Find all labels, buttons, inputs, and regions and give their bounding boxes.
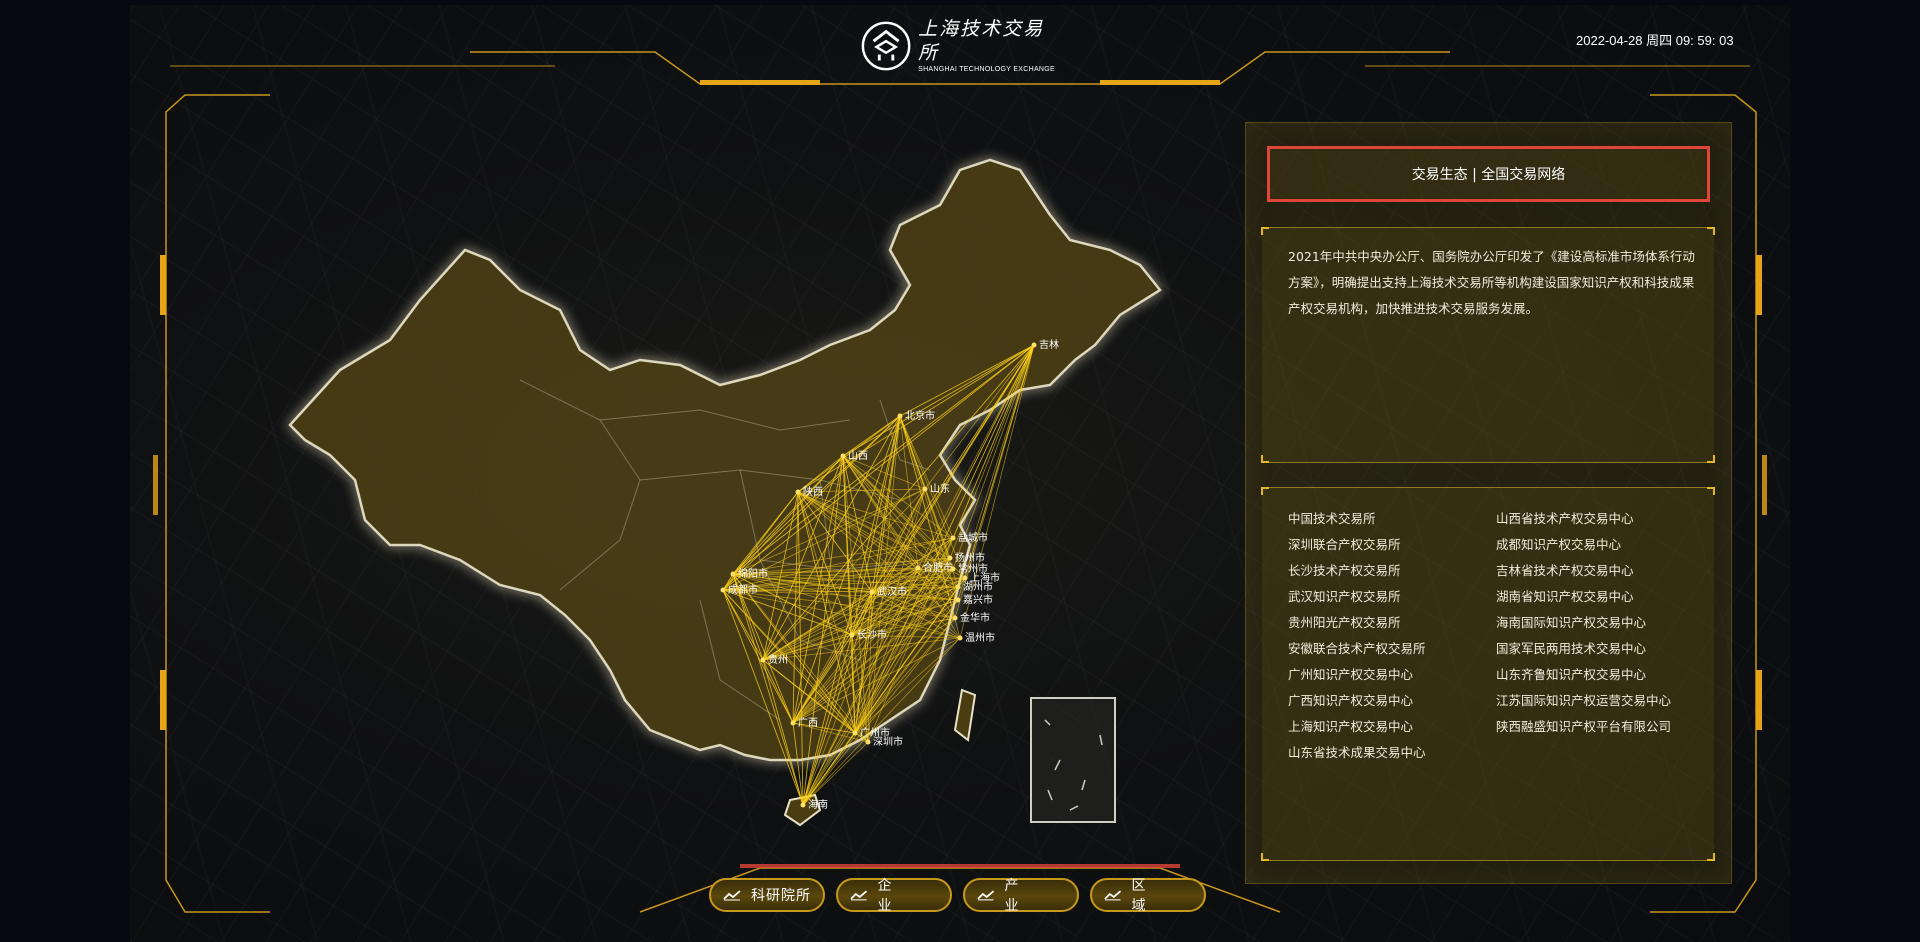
- exchange-list-box: 中国技术交易所 山西省技术产权交易中心深圳联合产权交易所 成都知识产权交易中心长沙技…: [1261, 487, 1715, 861]
- city-dot: [955, 584, 961, 590]
- city-label: 山西: [848, 450, 868, 462]
- city-dot: [865, 739, 871, 745]
- exchange-list-item: 山西省技术产权交易中心: [1496, 511, 1634, 526]
- trend-chart-icon: [723, 890, 741, 901]
- exchange-list-item: 海南国际知识产权交易中心: [1496, 615, 1647, 630]
- city-label: 陕西: [803, 485, 823, 498]
- city-dot: [950, 535, 956, 541]
- nav-label: 区 域: [1131, 878, 1160, 914]
- city-dot: [869, 589, 875, 595]
- city-dot: [800, 802, 806, 808]
- exchange-list-item: 贵州阳光产权交易所: [1288, 615, 1401, 630]
- city-dot: [760, 657, 766, 663]
- city-dot: [852, 730, 858, 736]
- nav-region[interactable]: 区 域: [1090, 878, 1206, 914]
- nav-label: 产 业: [1004, 878, 1033, 914]
- city-label: 深圳市: [873, 735, 903, 748]
- city-label: 盐城市: [958, 531, 988, 544]
- exchange-list-item: 中国技术交易所: [1288, 511, 1376, 526]
- city-label: 嘉兴市: [963, 593, 993, 606]
- city-label: 武汉市: [877, 585, 907, 598]
- city-dot: [790, 720, 796, 726]
- city-dot: [897, 413, 903, 419]
- city-dot: [795, 489, 801, 495]
- exchange-list-item: 深圳联合产权交易所: [1288, 537, 1401, 552]
- city-label: 金华市: [960, 611, 990, 624]
- city-dot: [957, 635, 963, 641]
- city-dot: [955, 597, 961, 603]
- china-outline: [288, 158, 1162, 762]
- city-dot: [950, 566, 956, 572]
- taiwan-island: [953, 688, 977, 742]
- city-dot: [915, 565, 921, 571]
- exchange-list-item: 武汉知识产权交易所: [1288, 589, 1401, 604]
- nav-research-institutes[interactable]: 科研院所: [709, 878, 825, 912]
- city-label: 扬州市: [955, 551, 985, 564]
- exchange-list: 中国技术交易所 山西省技术产权交易中心深圳联合产权交易所 成都知识产权交易中心长沙技…: [1288, 506, 1708, 766]
- nav-label: 科研院所: [751, 888, 811, 904]
- city-label: 山东: [930, 482, 950, 495]
- dashboard: 上海技术交易所 SHANGHAI TECHNOLOGY EXCHANGE 202…: [0, 0, 1920, 942]
- exchange-list-item: 长沙技术产权交易所: [1288, 563, 1401, 578]
- exchange-list-item: 广州知识产权交易中心: [1288, 667, 1414, 682]
- city-label: 湖州市: [963, 580, 993, 593]
- city-dot: [849, 632, 855, 638]
- city-dot: [947, 555, 953, 561]
- city-label: 广西: [798, 717, 818, 729]
- nav-enterprise[interactable]: 企 业: [836, 878, 952, 914]
- city-label: 温州市: [965, 631, 995, 644]
- city-dot: [922, 486, 928, 492]
- city-label: 吉林: [1039, 338, 1059, 351]
- city-dot: [952, 615, 958, 621]
- policy-intro-box: 2021年中共中央办公厅、国务院办公厅印发了《建设高标准市场体系行动方案》，明确…: [1261, 227, 1715, 463]
- exchange-list-item: 山东齐鲁知识产权交易中心: [1496, 667, 1647, 682]
- exchange-list-item: 广西知识产权交易中心: [1288, 693, 1414, 708]
- city-label: 成都市: [728, 583, 758, 596]
- city-dot: [720, 587, 726, 593]
- trend-chart-icon: [850, 890, 868, 901]
- south-china-sea-inset: [1030, 697, 1116, 823]
- exchange-list-item: 安徽联合技术产权交易所: [1288, 641, 1426, 656]
- panel-title: 交易生态 | 全国交易网络: [1267, 146, 1710, 202]
- city-dot: [962, 575, 968, 581]
- city-label: 绵阳市: [738, 567, 768, 580]
- exchange-list-item: 成都知识产权交易中心: [1496, 537, 1622, 552]
- nav-label: 企 业: [877, 878, 906, 914]
- trend-chart-icon: [977, 890, 995, 901]
- exchange-list-item: 陕西融盛知识产权平台有限公司: [1496, 719, 1672, 734]
- exchange-list-item: 吉林省技术产权交易中心: [1496, 563, 1634, 578]
- city-label: 合肥市: [923, 561, 953, 574]
- policy-intro-text: 2021年中共中央办公厅、国务院办公厅印发了《建设高标准市场体系行动方案》，明确…: [1288, 249, 1695, 316]
- exchange-list-item: 江苏国际知识产权运营交易中心: [1496, 693, 1672, 708]
- city-label: 北京市: [905, 409, 935, 422]
- nav-industry[interactable]: 产 业: [963, 878, 1079, 914]
- exchange-list-item: 上海知识产权交易中心: [1288, 719, 1414, 734]
- trend-chart-icon: [1104, 890, 1122, 901]
- city-label: 海南: [808, 798, 828, 811]
- city-dot: [840, 453, 846, 459]
- exchange-list-item: 山东省技术成果交易中心: [1288, 745, 1426, 760]
- city-label: 长沙市: [857, 628, 887, 641]
- city-dot: [730, 571, 736, 577]
- city-label: 贵州: [768, 653, 788, 666]
- exchange-list-item: 国家军民两用技术交易中心: [1496, 641, 1647, 656]
- exchange-list-item: 湖南省知识产权交易中心: [1496, 589, 1634, 604]
- city-dot: [1031, 342, 1037, 348]
